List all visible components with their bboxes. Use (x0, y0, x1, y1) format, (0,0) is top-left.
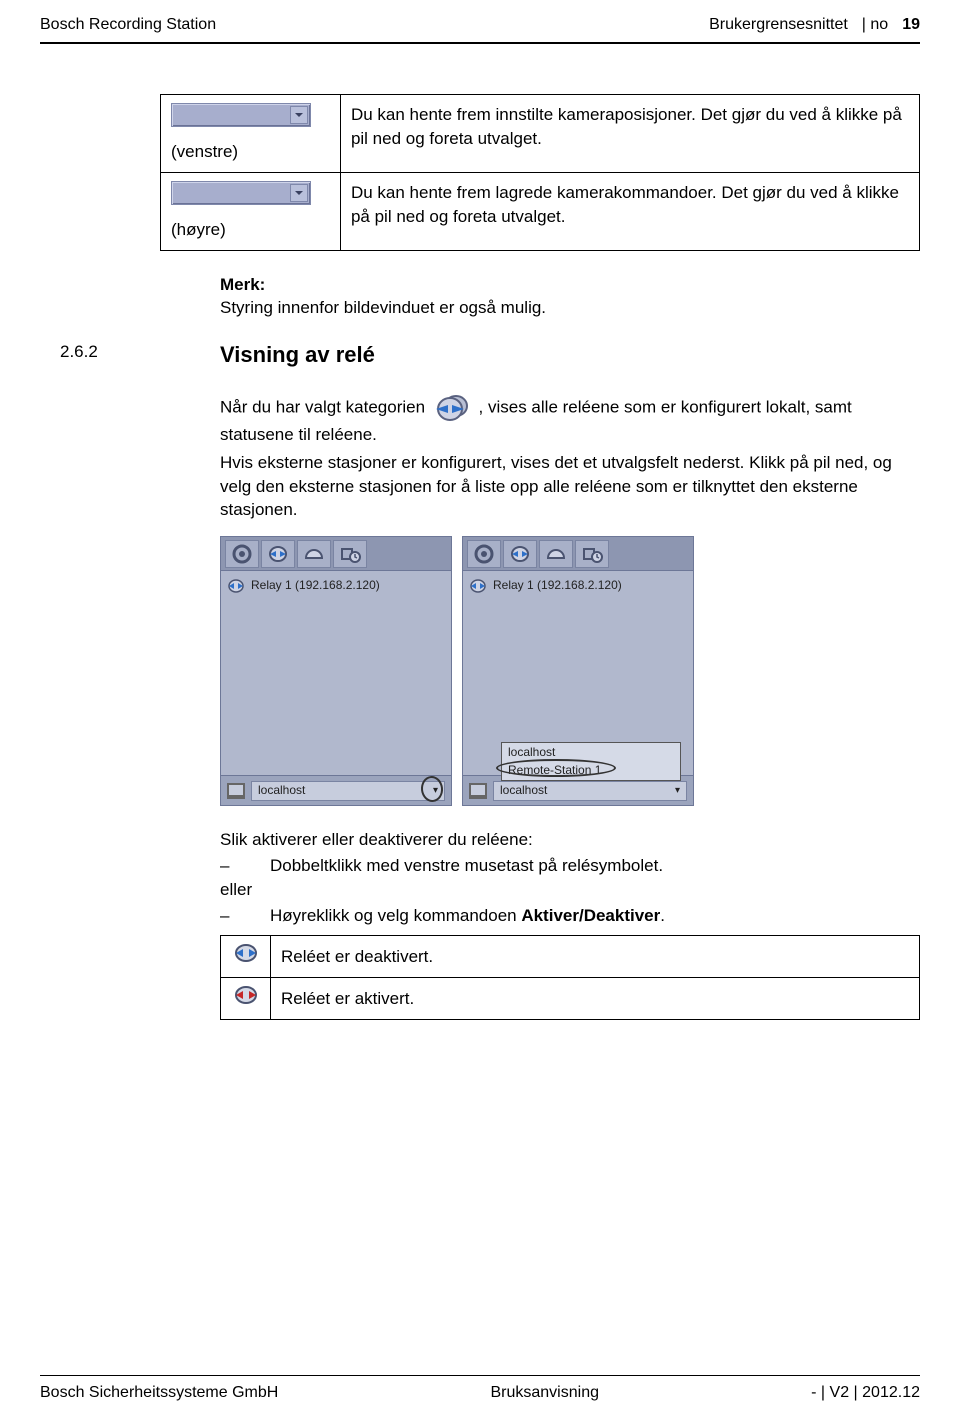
paragraph-1: Når du har valgt kategorien , vises alle… (220, 393, 900, 447)
toolbar-btn-wheel-icon[interactable] (467, 540, 501, 568)
chevron-down-icon[interactable] (290, 184, 308, 202)
host-selector[interactable]: localhost ▾ (493, 781, 687, 801)
list-text-b: Aktiver/Deaktiver (521, 906, 660, 925)
toolbar-btn-relay-icon[interactable] (503, 540, 537, 568)
status-deactivated: Reléet er deaktivert. (271, 936, 920, 978)
footer-center: Bruksanvisning (490, 1382, 599, 1404)
host-option-localhost[interactable]: localhost (502, 743, 680, 762)
or-word: eller (220, 878, 900, 902)
list-item: – Dobbeltklikk med venstre musetast på r… (220, 854, 900, 878)
relay-icon (227, 578, 245, 594)
toolbar-btn-clock-icon[interactable] (333, 540, 367, 568)
host-value: localhost (500, 782, 547, 799)
relay-label: Relay 1 (192.168.2.120) (493, 577, 622, 594)
header-right: Brukergrensesnittet | no 19 (709, 14, 920, 36)
dropdown-left-desc: Du kan hente frem innstilte kameraposisj… (340, 95, 919, 173)
activate-intro: Slik aktiverer eller deaktiverer du relé… (220, 828, 900, 852)
list-text-c: . (660, 906, 665, 925)
relay-panels-figure: Relay 1 (192.168.2.120) localhost ▾ (220, 536, 900, 806)
relay-panel-right: Relay 1 (192.168.2.120) localhost Remote… (462, 536, 694, 806)
monitor-icon (227, 783, 245, 799)
status-table: Reléet er deaktivert. Reléet er aktivert… (220, 935, 920, 1020)
relay-panel-left: Relay 1 (192.168.2.120) localhost ▾ (220, 536, 452, 806)
preset-dropdown-left[interactable] (171, 103, 311, 127)
note-text: Styring innenfor bildevinduet er også mu… (220, 296, 900, 320)
host-option-remote[interactable]: Remote-Station 1 (502, 761, 680, 780)
chevron-down-icon: ▾ (675, 784, 680, 798)
relay-category-icon (430, 393, 474, 423)
panel-toolbar (463, 537, 693, 571)
chevron-down-icon[interactable] (290, 106, 308, 124)
monitor-icon (469, 783, 487, 799)
relay-activated-icon (233, 984, 259, 1006)
header-left: Bosch Recording Station (40, 14, 216, 36)
host-value: localhost (258, 782, 305, 799)
toolbar-btn-clock-icon[interactable] (575, 540, 609, 568)
section-title: Visning av relé (220, 340, 375, 371)
list-item: – Høyreklikk og velg kommandoen Aktiver/… (220, 904, 900, 928)
dropdown-left-label: (venstre) (171, 142, 238, 161)
toolbar-btn-wheel-icon[interactable] (225, 540, 259, 568)
relay-label: Relay 1 (192.168.2.120) (251, 577, 380, 594)
relay-deactivated-icon (233, 942, 259, 964)
p1-a: Når du har valgt kategorien (220, 397, 430, 416)
page-header: Bosch Recording Station Brukergrensesnit… (0, 0, 960, 42)
header-rule (40, 42, 920, 44)
dropdown-right-label: (høyre) (171, 220, 226, 239)
toolbar-btn-dome-icon[interactable] (539, 540, 573, 568)
footer-rule (40, 1375, 920, 1376)
relay-icon (469, 578, 487, 594)
paragraph-2: Hvis eksterne stasjoner er konfigurert, … (220, 451, 900, 522)
header-divider: | no (862, 14, 888, 36)
list-text-a: Høyreklikk og velg kommandoen (270, 906, 521, 925)
note-label: Merk: (220, 273, 900, 297)
relay-list-item[interactable]: Relay 1 (192.168.2.120) (221, 571, 451, 600)
panel-toolbar (221, 537, 451, 571)
page-footer: Bosch Sicherheitssysteme GmbH Bruksanvis… (0, 1375, 960, 1418)
dropdown-right-desc: Du kan hente frem lagrede kamerakommando… (340, 172, 919, 250)
section-number: 2.6.2 (60, 340, 220, 371)
status-activated: Reléet er aktivert. (271, 978, 920, 1020)
toolbar-btn-dome-icon[interactable] (297, 540, 331, 568)
header-page: 19 (902, 14, 920, 36)
footer-left: Bosch Sicherheitssysteme GmbH (40, 1382, 278, 1404)
header-section: Brukergrensesnittet (709, 14, 848, 36)
relay-list-item[interactable]: Relay 1 (192.168.2.120) (463, 571, 693, 600)
preset-dropdown-right[interactable] (171, 181, 311, 205)
host-dropdown-list[interactable]: localhost Remote-Station 1 (501, 742, 681, 782)
toolbar-btn-relay-icon[interactable] (261, 540, 295, 568)
dropdown-table: (venstre) Du kan hente frem innstilte ka… (160, 94, 920, 250)
list-text: Dobbeltklikk med venstre musetast på rel… (270, 854, 663, 878)
host-selector[interactable]: localhost ▾ (251, 781, 445, 801)
footer-right: - | V2 | 2012.12 (811, 1382, 920, 1404)
